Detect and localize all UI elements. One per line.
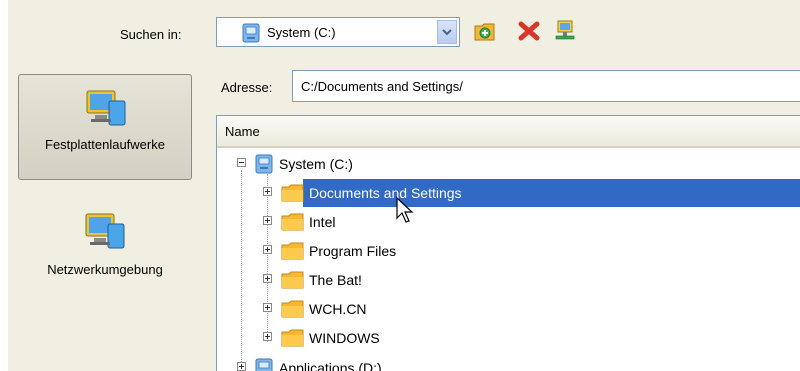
folder-icon — [281, 270, 305, 293]
column-header-name[interactable]: Name — [217, 116, 800, 148]
column-header-label: Name — [225, 124, 260, 139]
look-in-label: Suchen in: — [120, 27, 182, 42]
folder-icon — [281, 328, 305, 351]
look-in-value: System (C:) — [267, 25, 336, 40]
mouse-cursor-icon — [395, 196, 415, 227]
address-input[interactable]: C:/Documents and Settings/ — [292, 70, 800, 102]
folder-icon — [281, 241, 305, 264]
folder-icon — [281, 212, 305, 235]
place-netzwerkumgebung[interactable]: Netzwerkumgebung — [18, 196, 192, 296]
tree-node-label: Intel — [309, 214, 336, 230]
tree-node-label: Program Files — [309, 243, 397, 259]
folder-tree[interactable]: Name System (C:) Documents and Settings … — [216, 115, 800, 371]
tree-node-folder[interactable]: Intel — [217, 208, 800, 236]
expand-icon[interactable] — [263, 332, 272, 341]
expand-icon[interactable] — [263, 245, 272, 254]
delete-icon[interactable] — [516, 18, 542, 44]
open-dialog: Suchen in: System (C:) Festplattenlaufwe… — [8, 0, 800, 371]
folder-icon — [281, 299, 305, 322]
tree-node-label: WINDOWS — [309, 330, 380, 346]
drive-icon — [255, 154, 273, 177]
computer-icon — [83, 85, 129, 134]
new-folder-icon[interactable] — [472, 18, 498, 44]
address-value: C:/Documents and Settings/ — [301, 79, 463, 94]
tree-node-label: The Bat! — [309, 272, 362, 288]
expand-icon[interactable] — [263, 216, 272, 225]
expand-icon[interactable] — [237, 362, 246, 371]
tree-node-folder[interactable]: WINDOWS — [217, 324, 800, 352]
look-in-combobox[interactable]: System (C:) — [216, 17, 460, 47]
tree-node-folder[interactable]: Program Files — [217, 237, 800, 265]
tree-node-folder[interactable]: Documents and Settings — [217, 179, 800, 207]
expand-icon[interactable] — [263, 303, 272, 312]
place-festplattenlaufwerke[interactable]: Festplattenlaufwerke — [18, 74, 192, 180]
drive-icon — [241, 23, 261, 46]
place-label: Festplattenlaufwerke — [45, 137, 165, 152]
address-label: Adresse: — [221, 80, 273, 95]
tree-node-folder[interactable]: The Bat! — [217, 266, 800, 294]
place-label: Netzwerkumgebung — [47, 262, 163, 277]
chevron-down-icon[interactable] — [437, 20, 457, 44]
expand-icon[interactable] — [263, 187, 272, 196]
drive-icon — [255, 358, 273, 371]
tree-node-label: WCH.CN — [309, 301, 367, 317]
tree-node-label: Documents and Settings — [307, 184, 464, 202]
collapse-icon[interactable] — [237, 158, 246, 167]
tree-node-label: System (C:) — [279, 156, 353, 172]
tree-node-folder[interactable]: WCH.CN — [217, 295, 800, 323]
tree-node-drive[interactable]: Applications (D:) — [217, 354, 800, 371]
network-drive-icon[interactable] — [552, 18, 578, 44]
tree-node-label: Applications (D:) — [279, 360, 382, 371]
tree-node-root[interactable]: System (C:) — [217, 150, 800, 178]
folder-icon — [281, 183, 305, 206]
expand-icon[interactable] — [263, 274, 272, 283]
network-computer-icon — [82, 208, 128, 257]
